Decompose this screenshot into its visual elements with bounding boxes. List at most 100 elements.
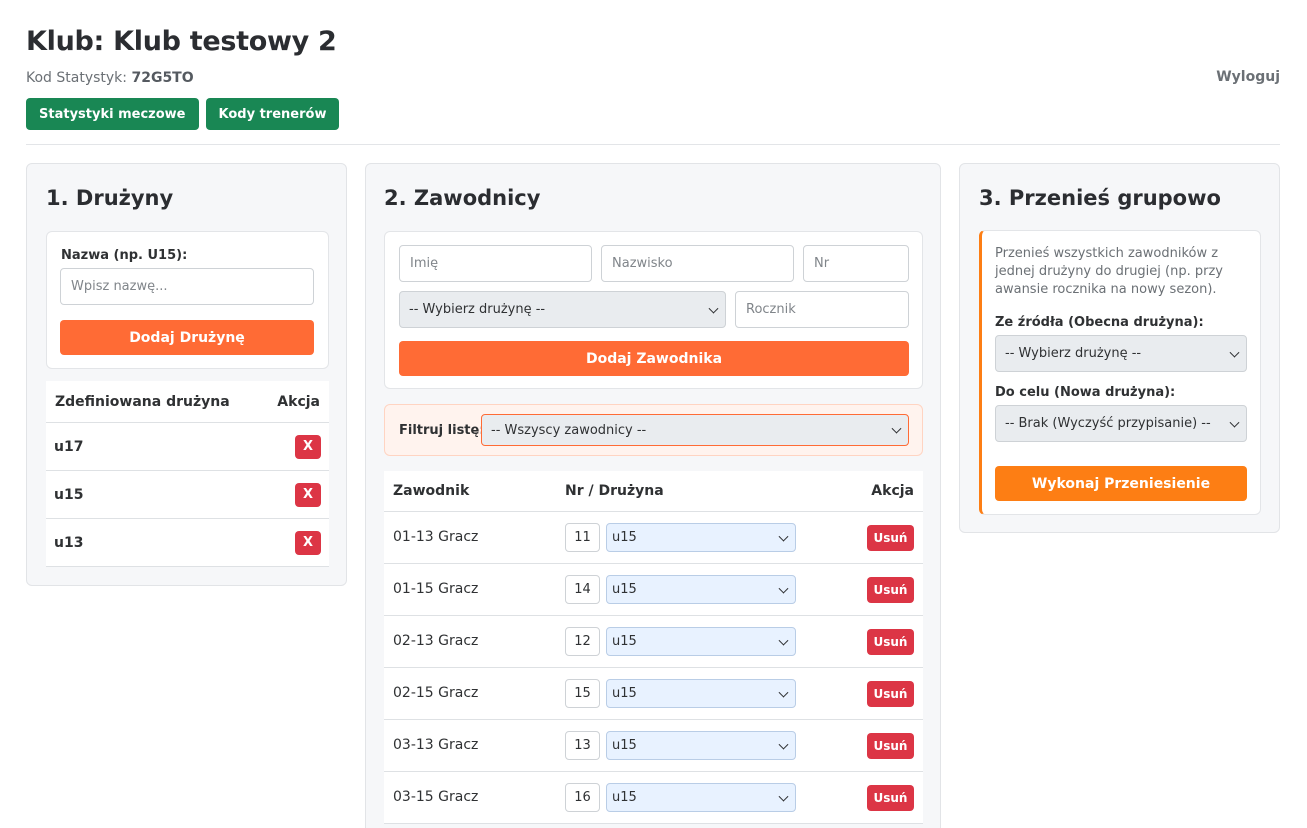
player-team-value: u15 <box>612 582 637 597</box>
table-row: 03-15 Gracz 16 u15 Usuń <box>384 772 923 824</box>
player-number-input[interactable]: 13 <box>565 731 600 760</box>
chevron-down-icon <box>891 423 902 434</box>
chevron-down-icon <box>708 303 719 314</box>
table-row: u17 X <box>46 423 329 471</box>
chevron-down-icon <box>778 791 789 802</box>
filter-box: Filtruj listę: -- Wszyscy zawodnicy -- <box>384 404 923 456</box>
player-team-select[interactable]: u15 <box>606 575 796 604</box>
match-stats-button[interactable]: Statystyki meczowe <box>26 98 199 130</box>
table-row: 02-13 Gracz 12 u15 Usuń <box>384 616 923 668</box>
player-name: 03-15 Gracz <box>393 789 479 805</box>
target-label: Do celu (Nowa drużyna): <box>995 385 1176 400</box>
delete-player-button[interactable]: Usuń <box>867 629 914 655</box>
player-team-value: u15 <box>612 790 637 805</box>
col-nr-team-header: Nr / Drużyna <box>565 483 664 499</box>
coach-codes-button[interactable]: Kody trenerów <box>205 98 340 130</box>
first-name-input[interactable]: Imię <box>399 245 592 282</box>
delete-player-button[interactable]: Usuń <box>867 525 914 551</box>
team-select-value: -- Wybierz drużynę -- <box>409 302 546 317</box>
delete-player-button[interactable]: Usuń <box>867 785 914 811</box>
player-number-input[interactable]: 14 <box>565 575 600 604</box>
last-name-input[interactable]: Nazwisko <box>601 245 794 282</box>
filter-label: Filtruj listę: <box>399 423 485 438</box>
col-action-header: Akcja <box>277 393 320 410</box>
delete-team-button[interactable]: X <box>295 434 321 459</box>
player-team-value: u15 <box>612 530 637 545</box>
teams-table-header: Zdefiniowana drużyna Akcja <box>46 381 329 423</box>
player-number-input[interactable]: 12 <box>565 627 600 656</box>
filter-select-value: -- Wszyscy zawodnicy -- <box>491 422 647 438</box>
player-team-value: u15 <box>612 634 637 649</box>
player-number-input[interactable]: 11 <box>565 523 600 552</box>
col-action-header: Akcja <box>871 483 914 499</box>
table-row: 02-15 Gracz 15 u15 Usuń <box>384 668 923 720</box>
add-player-button[interactable]: Dodaj Zawodnika <box>399 341 909 376</box>
transfer-panel-title: 3. Przenieś grupowo <box>979 186 1221 210</box>
player-team-select[interactable]: u15 <box>606 731 796 760</box>
player-team-value: u15 <box>612 738 637 753</box>
source-label: Ze źródła (Obecna drużyna): <box>995 315 1204 330</box>
team-name: u13 <box>54 534 84 551</box>
source-team-select[interactable]: -- Wybierz drużynę -- <box>995 335 1247 372</box>
player-number-input[interactable]: 15 <box>565 679 600 708</box>
player-number-input[interactable]: 16 <box>565 783 600 812</box>
player-name: 01-13 Gracz <box>393 529 479 545</box>
source-select-value: -- Wybierz drużynę -- <box>1005 346 1142 361</box>
page-header: Klub: Klub testowy 2 Kod Statystyk: 72G5… <box>26 26 1280 130</box>
player-name: 02-13 Gracz <box>393 633 479 649</box>
add-team-card: Nazwa (np. U15): Wpisz nazwę... Dodaj Dr… <box>46 231 329 369</box>
chevron-down-icon <box>778 635 789 646</box>
player-team-select[interactable]: u15 <box>606 679 796 708</box>
players-panel: 2. Zawodnicy Imię Nazwisko Nr -- Wybierz… <box>365 163 941 828</box>
player-team-select[interactable]: u15 <box>606 783 796 812</box>
table-row: 01-13 Gracz 11 u15 Usuń <box>384 512 923 564</box>
col-team-header: Zdefiniowana drużyna <box>55 393 230 410</box>
execute-transfer-button[interactable]: Wykonaj Przeniesienie <box>995 466 1247 501</box>
stat-code-label: Kod Statystyk: <box>26 70 128 86</box>
team-name-input[interactable]: Wpisz nazwę... <box>60 268 314 305</box>
header-divider <box>26 144 1280 145</box>
table-row: 01-15 Gracz 14 u15 Usuń <box>384 564 923 616</box>
delete-team-button[interactable]: X <box>295 482 321 507</box>
add-player-card: Imię Nazwisko Nr -- Wybierz drużynę -- R… <box>384 231 923 389</box>
number-input[interactable]: Nr <box>803 245 909 282</box>
logout-link[interactable]: Wyloguj <box>1216 69 1280 85</box>
team-name: u15 <box>54 486 84 503</box>
player-name: 01-15 Gracz <box>393 581 479 597</box>
chevron-down-icon <box>1229 347 1240 358</box>
transfer-card: Przenieś wszystkich zawodników z jednej … <box>979 230 1261 515</box>
team-name: u17 <box>54 438 84 455</box>
stat-code: Kod Statystyk: 72G5TO <box>26 70 194 86</box>
players-table: Zawodnik Nr / Drużyna Akcja 01-13 Gracz … <box>384 471 923 824</box>
table-row: u13 X <box>46 519 329 567</box>
transfer-panel: 3. Przenieś grupowo Przenieś wszystkich … <box>959 163 1280 533</box>
transfer-description: Przenieś wszystkich zawodników z jednej … <box>995 246 1223 297</box>
teams-table: Zdefiniowana drużyna Akcja u17 X u15 X u… <box>46 381 329 567</box>
player-team-select[interactable]: u15 <box>606 523 796 552</box>
delete-player-button[interactable]: Usuń <box>867 681 914 707</box>
year-input[interactable]: Rocznik <box>735 291 909 328</box>
page-title: Klub: Klub testowy 2 <box>26 26 337 57</box>
player-name: 02-15 Gracz <box>393 685 479 701</box>
target-team-select[interactable]: -- Brak (Wyczyść przypisanie) -- <box>995 405 1247 442</box>
table-row: 03-13 Gracz 13 u15 Usuń <box>384 720 923 772</box>
delete-player-button[interactable]: Usuń <box>867 733 914 759</box>
player-name: 03-13 Gracz <box>393 737 479 753</box>
chevron-down-icon <box>778 687 789 698</box>
chevron-down-icon <box>1229 417 1240 428</box>
teams-panel-title: 1. Drużyny <box>46 186 174 210</box>
players-panel-title: 2. Zawodnicy <box>384 186 541 210</box>
players-table-header: Zawodnik Nr / Drużyna Akcja <box>384 471 923 512</box>
delete-player-button[interactable]: Usuń <box>867 577 914 603</box>
stat-code-value: 72G5TO <box>131 70 194 86</box>
player-team-select[interactable]: u15 <box>606 627 796 656</box>
add-team-button[interactable]: Dodaj Drużynę <box>60 320 314 355</box>
team-select[interactable]: -- Wybierz drużynę -- <box>399 291 726 328</box>
teams-panel: 1. Drużyny Nazwa (np. U15): Wpisz nazwę.… <box>26 163 347 586</box>
filter-select[interactable]: -- Wszyscy zawodnicy -- <box>481 414 909 446</box>
nav-buttons: Statystyki meczowe Kody trenerów <box>26 98 340 130</box>
delete-team-button[interactable]: X <box>295 530 321 555</box>
table-row: u15 X <box>46 471 329 519</box>
team-name-label: Nazwa (np. U15): <box>61 248 188 263</box>
chevron-down-icon <box>778 739 789 750</box>
